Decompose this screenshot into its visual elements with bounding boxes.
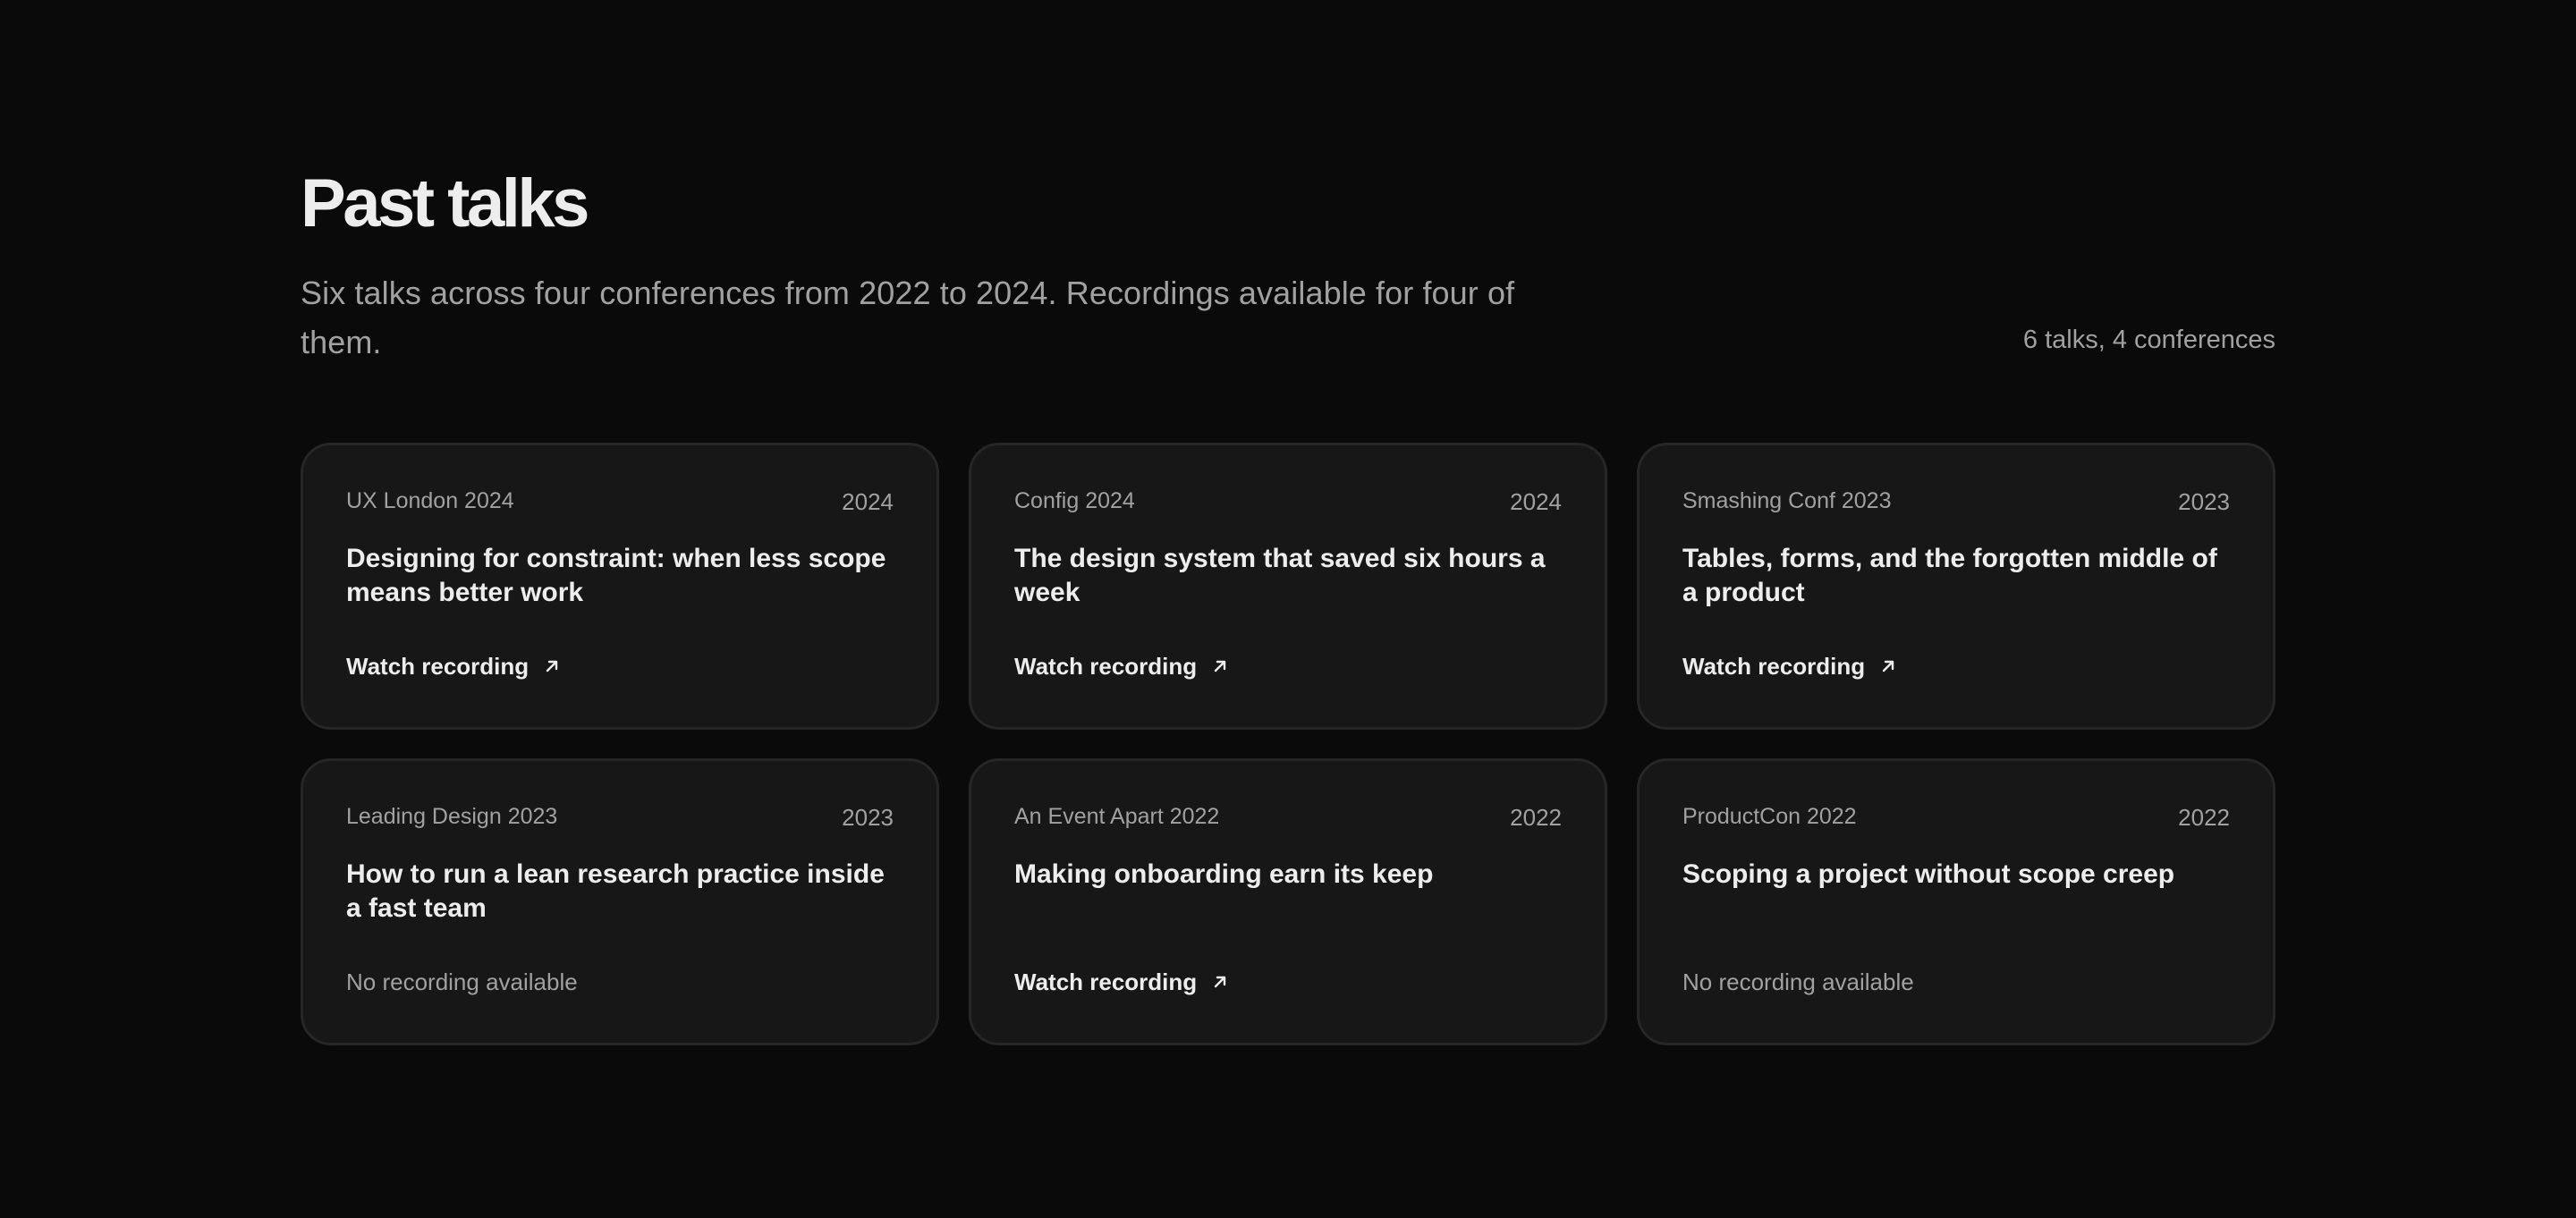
watch-recording-label: Watch recording <box>1014 968 1198 995</box>
arrow-up-right-icon <box>1882 660 1894 672</box>
past-talks-section: Past talks Six talks across four confere… <box>301 165 2275 1045</box>
talk-card: Smashing Conf 2023 2023 Tables, forms, a… <box>1637 443 2275 730</box>
watch-recording-link[interactable]: Watch recording <box>1682 655 1897 678</box>
talk-title: Scoping a project without scope creep <box>1682 859 2175 889</box>
talk-title: Tables, forms, and the forgotten middle … <box>1682 544 2217 607</box>
talk-year: 2024 <box>842 488 894 515</box>
talk-year: 2024 <box>1510 488 1562 515</box>
arrow-up-right-icon <box>1214 660 1226 672</box>
watch-recording-label: Watch recording <box>1014 653 1198 680</box>
talk-card: Config 2024 2024 The design system that … <box>969 443 1607 730</box>
talk-card: UX London 2024 2024 Designing for constr… <box>301 443 939 730</box>
talk-title: Designing for constraint: when less scop… <box>346 544 886 607</box>
talk-title: Making onboarding earn its keep <box>1014 859 1434 889</box>
talk-year: 2023 <box>2178 488 2230 515</box>
arrow-up-right-icon <box>546 660 558 672</box>
watch-recording-link[interactable]: Watch recording <box>1014 970 1229 994</box>
talk-title: The design system that saved six hours a… <box>1014 544 1546 607</box>
arrow-up-right-icon <box>1214 976 1226 988</box>
conference-name: ProductCon 2022 <box>1682 804 1857 829</box>
talks-grid: UX London 2024 2024 Designing for constr… <box>301 443 2275 1045</box>
page-subtitle: Six talks across four conferences from 2… <box>301 275 1515 360</box>
conference-name: Smashing Conf 2023 <box>1682 488 1892 513</box>
page-title: Past talks <box>301 165 589 241</box>
watch-recording-link[interactable]: Watch recording <box>346 655 561 678</box>
talk-count: 6 talks, 4 conferences <box>2022 326 2275 354</box>
no-recording-label: No recording available <box>1682 968 1914 995</box>
no-recording-label: No recording available <box>346 968 578 995</box>
talk-card: ProductCon 2022 2022 Scoping a project w… <box>1637 758 2275 1045</box>
talk-year: 2022 <box>1510 804 1562 831</box>
talk-year: 2023 <box>842 804 894 831</box>
header-row: Six talks across four conferences from 2… <box>301 268 2275 370</box>
conference-name: Leading Design 2023 <box>346 804 558 829</box>
watch-recording-label: Watch recording <box>1682 653 1866 680</box>
conference-name: An Event Apart 2022 <box>1014 804 1220 829</box>
talk-card: Leading Design 2023 2023 How to run a le… <box>301 758 939 1045</box>
conference-name: Config 2024 <box>1014 488 1135 513</box>
watch-recording-label: Watch recording <box>346 653 530 680</box>
talk-title: How to run a lean research practice insi… <box>346 859 885 923</box>
talk-card: An Event Apart 2022 2022 Making onboardi… <box>969 758 1607 1045</box>
talk-year: 2022 <box>2178 804 2230 831</box>
watch-recording-link[interactable]: Watch recording <box>1014 655 1229 678</box>
conference-name: UX London 2024 <box>346 488 514 513</box>
